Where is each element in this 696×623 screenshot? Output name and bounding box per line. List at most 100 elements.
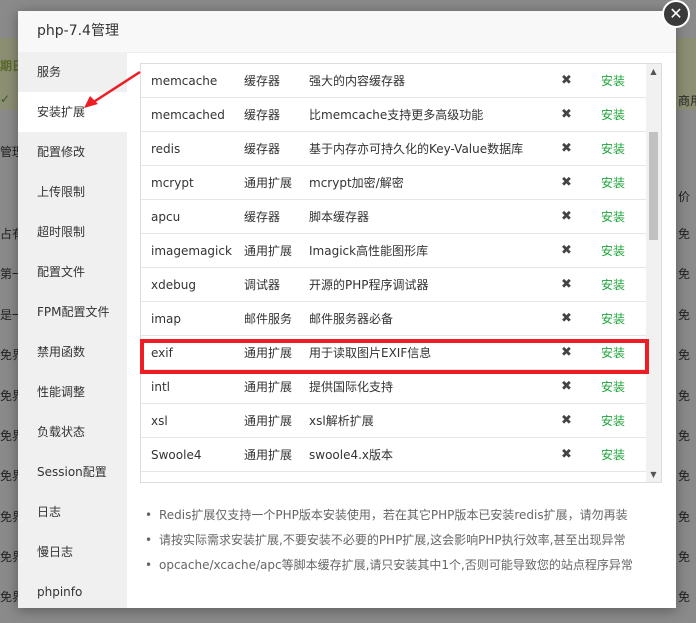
bg-text: 商用 [678, 94, 696, 108]
ext-name: intl [151, 380, 170, 394]
annotation-arrow-icon [84, 70, 141, 108]
ext-desc: 脚本缓存器 [309, 210, 370, 224]
ext-name: redis [151, 142, 181, 156]
ext-name: mcrypt [151, 176, 194, 190]
not-installed-icon: ✖ [561, 141, 572, 156]
sidebar-item-config-edit[interactable]: 配置修改 [18, 132, 127, 172]
not-installed-icon: ✖ [561, 107, 572, 122]
table-row-exif: exif 通用扩展 用于读取图片EXIF信息 ✖ 安装 [141, 336, 647, 370]
table-row: apcu 缓存器 脚本缓存器 ✖ 安装 [141, 200, 647, 234]
not-installed-icon: ✖ [561, 209, 572, 224]
bg-text: 免 [678, 429, 691, 443]
table-row: mcrypt 通用扩展 mcrypt加密/解密 ✖ 安装 [141, 166, 647, 200]
install-button[interactable]: 安装 [601, 404, 625, 438]
sidebar-item-phpinfo[interactable]: phpinfo [18, 572, 127, 612]
table-row: Swoole4 通用扩展 swoole4.x版本 ✖ 安装 [141, 438, 647, 472]
not-installed-icon: ✖ [561, 175, 572, 190]
install-button[interactable]: 安装 [601, 370, 625, 404]
ext-desc: swoole4.x版本 [309, 448, 394, 462]
install-button[interactable]: 安装 [601, 234, 625, 268]
bg-text: 免 [678, 590, 691, 604]
sidebar-item-config-file[interactable]: 配置文件 [18, 252, 127, 292]
not-installed-icon: ✖ [561, 311, 572, 326]
install-button[interactable]: 安装 [601, 438, 625, 472]
sidebar-item-timeout-limit[interactable]: 超时限制 [18, 212, 127, 252]
ext-type: 缓存器 [244, 142, 281, 156]
install-button[interactable]: 安装 [601, 64, 625, 98]
bg-text: 免 [678, 348, 691, 362]
table-row: imap 邮件服务 邮件服务器必备 ✖ 安装 [141, 302, 647, 336]
ext-type: 通用扩展 [244, 448, 293, 462]
ext-desc: xsl解析扩展 [309, 414, 374, 428]
background-left-column: 期日 ✓ 管理 占有 第一 是一 免界_ 免界_ 免界_ 免界_ 免界_ 免界_… [0, 0, 30, 623]
table-scrollbar[interactable]: ▲ ▼ [646, 64, 661, 482]
ext-type: 调试器 [244, 278, 281, 292]
sidebar-item-fpm-config-file[interactable]: FPM配置文件 [18, 292, 127, 332]
extension-table: memcache 缓存器 强大的内容缓存器 ✖ 安装 memcached 缓存器… [140, 63, 662, 483]
sidebar-item-upload-limit[interactable]: 上传限制 [18, 172, 127, 212]
background-right-column: 商用 价 免 免 免 免 免 免 免 免 免 免 [676, 0, 696, 623]
table-row: memcached 缓存器 比memcache支持更多高级功能 ✖ 安装 [141, 98, 647, 132]
sidebar-item-load-status[interactable]: 负载状态 [18, 412, 127, 452]
ext-name: Swoole4 [151, 448, 202, 462]
sidebar-item-disabled-functions[interactable]: 禁用函数 [18, 332, 127, 372]
not-installed-icon: ✖ [561, 413, 572, 428]
scroll-down-icon[interactable]: ▼ [646, 467, 661, 482]
ext-desc: 基于内存亦可持久化的Key-Value数据库 [309, 142, 524, 156]
not-installed-icon: ✖ [561, 243, 572, 258]
ext-name: apcu [151, 210, 181, 224]
ext-type: 通用扩展 [244, 346, 293, 360]
ext-desc: Imagick高性能图形库 [309, 244, 429, 258]
ext-name: imap [151, 312, 181, 326]
install-button[interactable]: 安装 [601, 200, 625, 234]
ext-type: 通用扩展 [244, 176, 293, 190]
ext-type: 邮件服务 [244, 312, 293, 326]
table-row: xdebug 调试器 开源的PHP程序调试器 ✖ 安装 [141, 268, 647, 302]
ext-name: xdebug [151, 278, 196, 292]
not-installed-icon: ✖ [561, 379, 572, 394]
scrollbar-thumb[interactable] [649, 132, 658, 240]
sidebar-item-performance-tuning[interactable]: 性能调整 [18, 372, 127, 412]
table-row: imagemagick 通用扩展 Imagick高性能图形库 ✖ 安装 [141, 234, 647, 268]
table-row: memcache 缓存器 强大的内容缓存器 ✖ 安装 [141, 64, 647, 98]
install-button[interactable]: 安装 [601, 98, 625, 132]
install-exif-button[interactable]: 安装 [601, 336, 625, 370]
not-installed-icon: ✖ [561, 277, 572, 292]
notes-list: Redis扩展仅支持一个PHP版本安装使用，若在其它PHP版本已安装redis扩… [143, 503, 643, 578]
close-button[interactable]: ✕ [662, 0, 690, 28]
bg-text: ✓ [0, 92, 11, 106]
sidebar-item-session-config[interactable]: Session配置 [18, 452, 127, 492]
ext-desc: 提供国际化支持 [309, 380, 394, 394]
install-button[interactable]: 安装 [601, 302, 625, 336]
bg-text: 免 [678, 510, 691, 524]
install-button[interactable]: 安装 [601, 166, 625, 200]
bg-text: 免 [678, 550, 691, 564]
install-button[interactable]: 安装 [601, 132, 625, 166]
not-installed-icon: ✖ [561, 345, 572, 360]
ext-type: 缓存器 [244, 74, 281, 88]
sidebar-item-log[interactable]: 日志 [18, 492, 127, 532]
dialog-title: php-7.4管理 [18, 11, 676, 53]
ext-type: 缓存器 [244, 210, 281, 224]
ext-name: xsl [151, 414, 168, 428]
note-item: opcache/xcache/apc等脚本缓存扩展,请只安装其中1个,否则可能导… [143, 553, 643, 578]
ext-type: 通用扩展 [244, 414, 293, 428]
install-button[interactable]: 安装 [601, 268, 625, 302]
table-row: redis 缓存器 基于内存亦可持久化的Key-Value数据库 ✖ 安装 [141, 132, 647, 166]
sidebar-item-slow-log[interactable]: 慢日志 [18, 532, 127, 572]
bg-text: 免 [678, 308, 691, 322]
bg-text: 价 [678, 190, 691, 204]
ext-name: memcached [151, 108, 225, 122]
not-installed-icon: ✖ [561, 73, 572, 88]
bg-text: 免 [678, 389, 691, 403]
bg-text: 免 [678, 267, 691, 281]
note-item: 请按实际需求安装扩展,不要安装不必要的PHP扩展,这会影响PHP执行效率,甚至出… [143, 528, 643, 553]
ext-type: 缓存器 [244, 108, 281, 122]
note-item: Redis扩展仅支持一个PHP版本安装使用，若在其它PHP版本已安装redis扩… [143, 503, 643, 528]
not-installed-icon: ✖ [561, 447, 572, 462]
ext-desc: 用于读取图片EXIF信息 [309, 346, 432, 360]
ext-type: 通用扩展 [244, 244, 293, 258]
close-icon: ✕ [669, 4, 683, 23]
scroll-up-icon[interactable]: ▲ [646, 64, 661, 79]
ext-desc: 比memcache支持更多高级功能 [309, 108, 484, 122]
